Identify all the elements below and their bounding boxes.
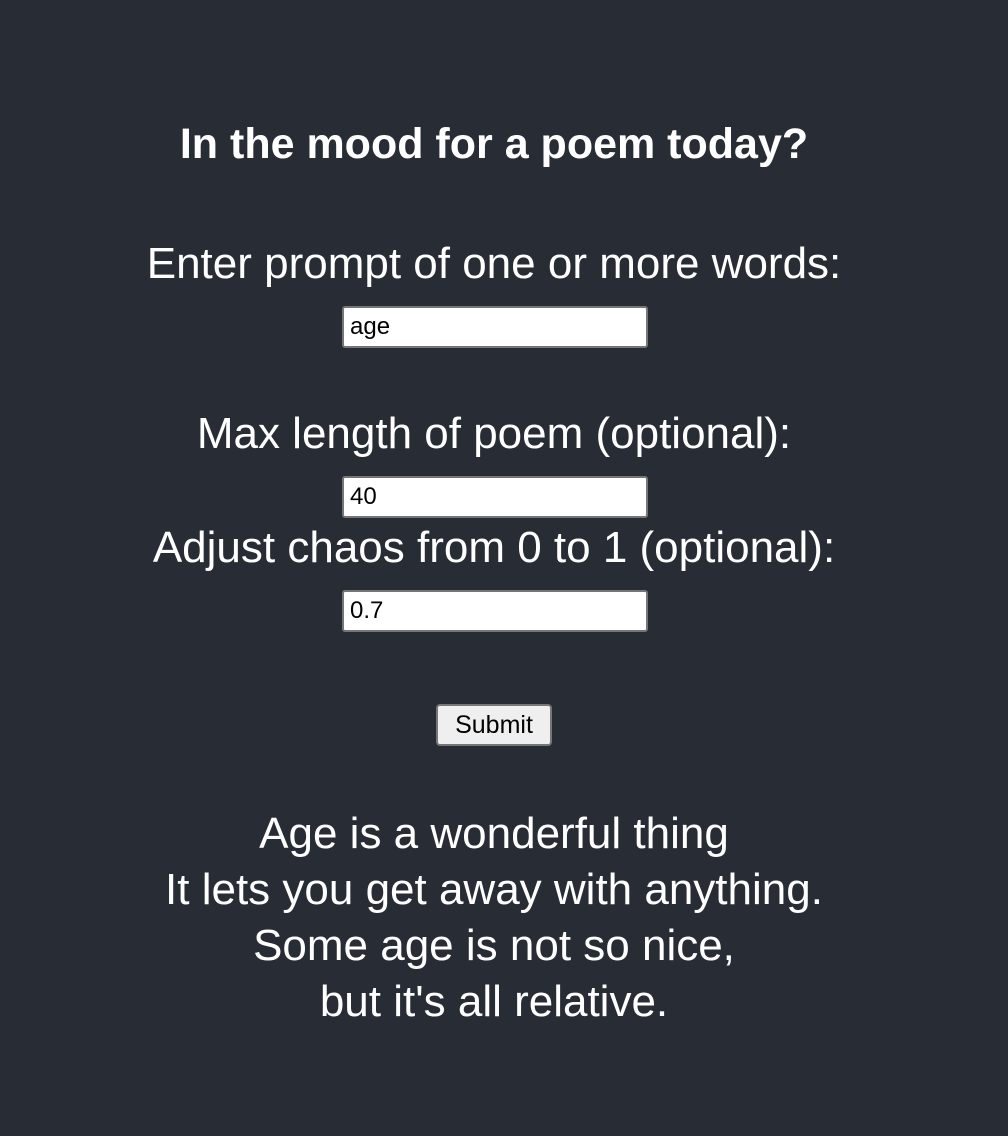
chaos-input[interactable] bbox=[342, 590, 648, 632]
submit-button[interactable]: Submit bbox=[436, 704, 552, 746]
poem-output: Age is a wonderful thing It lets you get… bbox=[0, 806, 988, 1030]
chaos-label: Adjust chaos from 0 to 1 (optional): bbox=[152, 523, 836, 572]
poem-line: Age is a wonderful thing bbox=[259, 809, 729, 858]
poem-line: It lets you get away with anything. bbox=[165, 865, 823, 914]
max-length-label: Max length of poem (optional): bbox=[196, 409, 792, 458]
prompt-label: Enter prompt of one or more words: bbox=[146, 239, 842, 288]
prompt-input[interactable] bbox=[342, 306, 648, 348]
poem-line: but it's all relative. bbox=[319, 977, 669, 1026]
poem-line: Some age is not so nice, bbox=[253, 921, 735, 970]
poem-generator-page: In the mood for a poem today? Enter prom… bbox=[0, 0, 1008, 1136]
max-length-input[interactable] bbox=[342, 476, 648, 518]
page-title: In the mood for a poem today? bbox=[179, 120, 809, 168]
